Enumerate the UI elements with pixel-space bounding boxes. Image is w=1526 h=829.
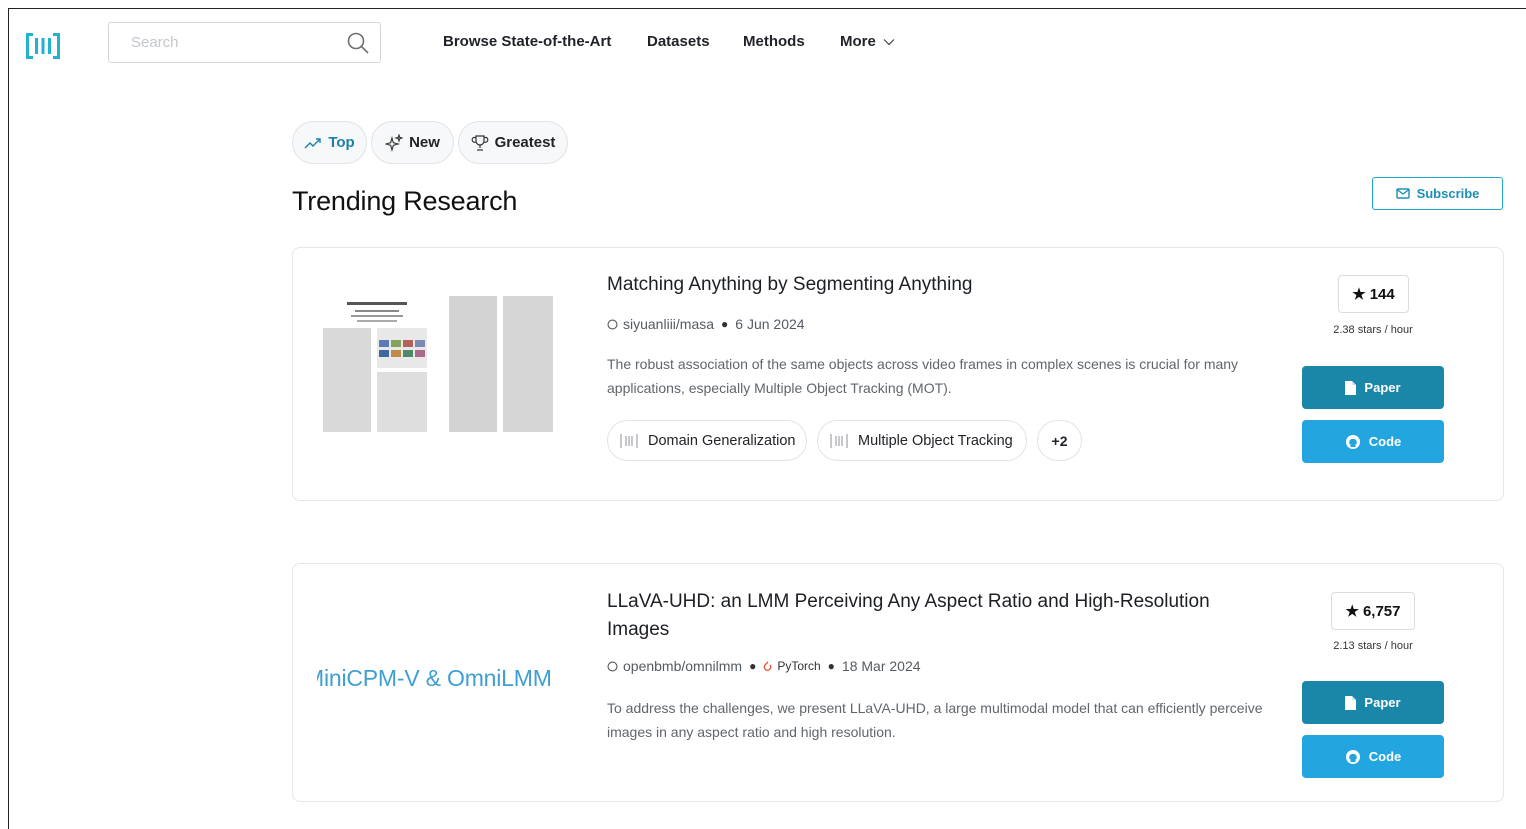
separator-dot: ● xyxy=(749,659,757,673)
paper-button-label: Paper xyxy=(1364,695,1401,710)
more-tags-label: +2 xyxy=(1051,432,1068,449)
tab-top-label: Top xyxy=(328,134,355,151)
paper-meta: siyuanliii/masa ● 6 Jun 2024 xyxy=(607,316,805,332)
paper-card: MiniCPM-V & OmniLMM LLaVA-UHD: an LMM Pe… xyxy=(292,563,1504,802)
code-button-label: Code xyxy=(1368,749,1402,764)
paperswithcode-logo[interactable] xyxy=(26,33,60,59)
tab-greatest-label: Greatest xyxy=(494,134,556,151)
paper-date: 18 Mar 2024 xyxy=(841,658,921,674)
code-button-label: Code xyxy=(1368,434,1402,449)
paper-thumbnail[interactable]: MiniCPM-V & OmniLMM xyxy=(317,665,569,692)
paper-title[interactable]: LLaVA-UHD: an LMM Perceiving Any Aspect … xyxy=(607,588,1267,644)
paper-card: Matching Anything by Segmenting Anything… xyxy=(292,247,1504,501)
subscribe-button[interactable]: Subscribe xyxy=(1372,177,1503,210)
tag-label: Domain Generalization xyxy=(648,432,796,449)
paper-title[interactable]: Matching Anything by Segmenting Anything xyxy=(607,271,1267,299)
task-icon xyxy=(620,433,638,448)
page-frame: Browse State-of-the-Art Datasets Methods… xyxy=(8,8,1526,829)
page-title: Trending Research xyxy=(292,186,518,216)
paper-date: 6 Jun 2024 xyxy=(735,316,805,332)
paper-thumbnail[interactable] xyxy=(317,294,557,434)
thumbnail-text: MiniCPM-V & OmniLMM xyxy=(317,665,552,691)
tag-label: Multiple Object Tracking xyxy=(858,432,1013,449)
sparkles-icon xyxy=(385,133,404,152)
star-count: 144 xyxy=(1369,285,1395,303)
repo-link[interactable]: siyuanliii/masa xyxy=(623,316,714,332)
star-icon: ★ xyxy=(1352,286,1366,303)
tab-top[interactable]: Top xyxy=(292,121,367,164)
github-icon xyxy=(1345,749,1360,764)
search-box[interactable] xyxy=(108,22,381,63)
code-button[interactable]: Code xyxy=(1302,735,1444,778)
tab-new[interactable]: New xyxy=(371,121,454,164)
stars-rate: 2.38 stars / hour xyxy=(1333,324,1413,336)
code-button[interactable]: Code xyxy=(1302,420,1444,463)
repo-link[interactable]: openbmb/omnilmm xyxy=(623,658,742,674)
trophy-icon xyxy=(471,134,488,151)
task-icon xyxy=(830,433,848,448)
framework-label: PyTorch xyxy=(777,659,821,673)
nav-browse-sota[interactable]: Browse State-of-the-Art xyxy=(443,33,611,50)
tab-greatest[interactable]: Greatest xyxy=(458,121,568,164)
trending-up-icon xyxy=(304,137,322,148)
github-icon xyxy=(607,660,618,672)
stars-rate: 2.13 stars / hour xyxy=(1333,640,1413,652)
tab-new-label: New xyxy=(409,134,440,151)
star-count-badge[interactable]: ★ 6,757 xyxy=(1331,592,1415,630)
chevron-down-icon xyxy=(883,39,895,46)
paper-button-label: Paper xyxy=(1364,380,1401,395)
star-count-badge[interactable]: ★ 144 xyxy=(1338,275,1409,313)
star-icon: ★ xyxy=(1345,603,1359,620)
star-count: 6,757 xyxy=(1362,602,1401,620)
mail-icon xyxy=(1395,188,1410,199)
more-tags-button[interactable]: +2 xyxy=(1037,420,1082,461)
nav-more-label: More xyxy=(840,33,876,50)
separator-dot: ● xyxy=(721,317,729,331)
search-input[interactable] xyxy=(131,34,331,51)
separator-dot: ● xyxy=(827,659,835,673)
nav-methods[interactable]: Methods xyxy=(743,33,805,50)
file-icon xyxy=(1345,380,1357,395)
pytorch-icon xyxy=(764,661,772,671)
nav-more[interactable]: More xyxy=(840,33,895,50)
paper-abstract: To address the challenges, we present LL… xyxy=(607,700,1263,740)
task-tag-multiple-object-tracking[interactable]: Multiple Object Tracking xyxy=(817,420,1027,461)
paper-abstract: The robust association of the same objec… xyxy=(607,356,1239,396)
task-tag-domain-generalization[interactable]: Domain Generalization xyxy=(607,420,807,461)
paper-button[interactable]: Paper xyxy=(1302,366,1444,409)
github-icon xyxy=(607,318,618,330)
paper-meta: openbmb/omnilmm ● PyTorch ● 18 Mar 2024 xyxy=(607,658,921,674)
github-icon xyxy=(1345,434,1360,449)
search-icon[interactable] xyxy=(346,31,370,55)
paper-button[interactable]: Paper xyxy=(1302,681,1444,724)
subscribe-label: Subscribe xyxy=(1416,186,1480,201)
file-icon xyxy=(1345,695,1357,710)
nav-datasets[interactable]: Datasets xyxy=(647,33,710,50)
